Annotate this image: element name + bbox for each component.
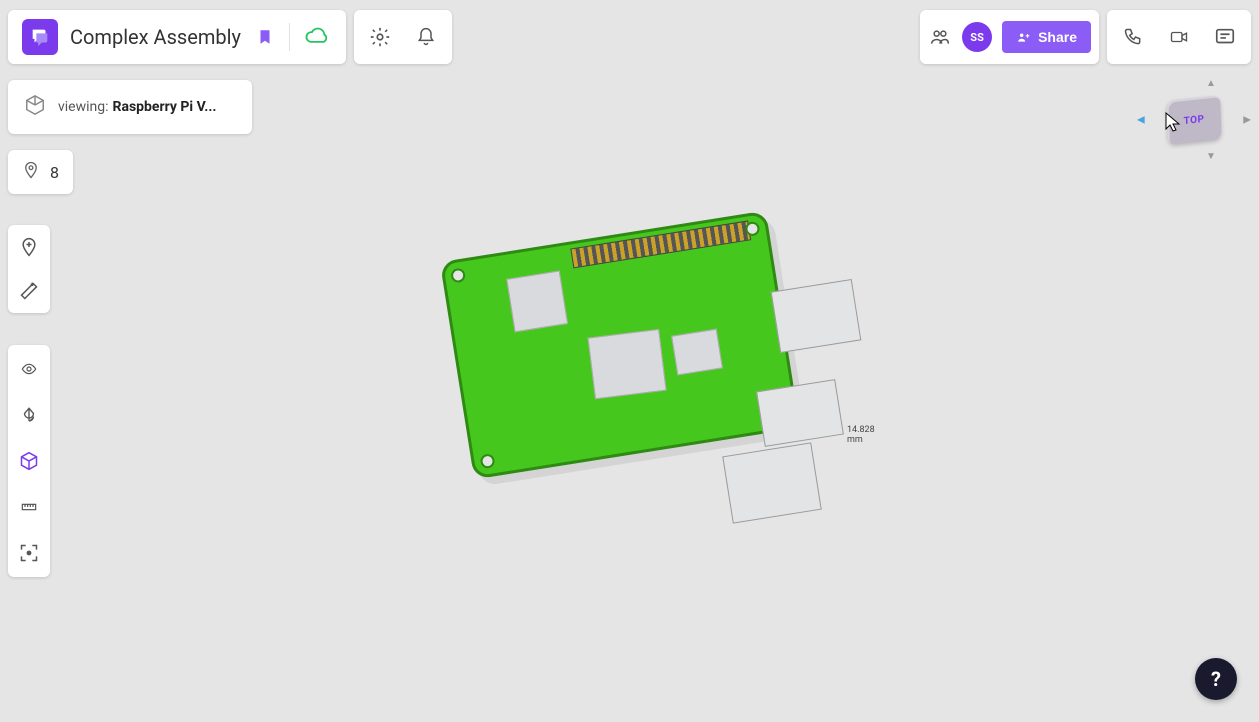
comm-pill [1107, 10, 1251, 64]
share-button-label: Share [1038, 29, 1077, 45]
document-title[interactable]: Complex Assembly [70, 25, 241, 49]
top-bar: Complex Assembly SS Share [0, 10, 1259, 64]
settings-pill [354, 10, 452, 64]
dimension-label: 14.828 mm [845, 425, 877, 445]
separator [289, 23, 290, 51]
markup-tools [8, 225, 50, 313]
bookmark-icon[interactable] [253, 19, 277, 55]
mount-hole [774, 407, 790, 423]
usb-port [722, 442, 822, 523]
add-pin-icon[interactable] [17, 235, 41, 259]
viewing-label: viewing: Raspberry Pi V... [58, 99, 216, 115]
bell-icon[interactable] [414, 25, 438, 49]
pin-marker-icon [22, 159, 40, 185]
chip [506, 271, 568, 333]
viewcube-face-label: TOP [1183, 113, 1204, 126]
fit-view-icon[interactable] [17, 541, 41, 565]
gpio-header [570, 220, 751, 268]
chip [671, 329, 723, 376]
chip [588, 329, 667, 399]
cloud-sync-icon[interactable] [302, 19, 332, 55]
viewcube-up-arrow[interactable]: ▲ [1206, 78, 1216, 89]
pins-pill[interactable]: 8 [8, 150, 73, 194]
pcb-board [440, 211, 800, 480]
view-cube[interactable]: TOP [1166, 95, 1221, 145]
view-tools [8, 345, 50, 577]
contrast-icon[interactable] [17, 403, 41, 427]
mount-hole [744, 221, 760, 237]
viewcube-right-arrow[interactable]: ▶ [1243, 115, 1251, 126]
viewing-pill[interactable]: viewing: Raspberry Pi V... [8, 80, 252, 134]
assembly-icon [24, 94, 46, 120]
viewing-prefix: viewing: [58, 99, 109, 115]
viewing-name: Raspberry Pi V... [113, 99, 217, 115]
people-icon[interactable] [928, 25, 952, 49]
pin-count: 8 [50, 163, 59, 182]
mount-hole [480, 453, 496, 469]
chat-icon[interactable] [1213, 25, 1237, 49]
help-label: ? [1211, 667, 1221, 691]
viewcube-down-arrow[interactable]: ▼ [1206, 151, 1216, 162]
app-logo[interactable] [22, 19, 58, 55]
ethernet-port [771, 279, 862, 353]
measure-add-icon[interactable] [17, 279, 41, 303]
visibility-icon[interactable] [17, 357, 41, 381]
solid-view-icon[interactable] [17, 449, 41, 473]
share-button[interactable]: Share [1002, 21, 1091, 53]
ruler-icon[interactable] [17, 495, 41, 519]
title-pill: Complex Assembly [8, 10, 346, 64]
gear-icon[interactable] [368, 25, 392, 49]
model-viewport[interactable]: 14.828 mm [425, 195, 845, 525]
viewcube-left-arrow[interactable]: ◀ [1137, 115, 1145, 126]
view-cube-widget: ▲ ▼ ◀ ▶ TOP [1139, 80, 1249, 160]
video-icon[interactable] [1167, 25, 1191, 49]
collaborators-pill: SS Share [920, 10, 1099, 64]
usb-port [756, 379, 844, 447]
help-button[interactable]: ? [1195, 658, 1237, 700]
user-avatar[interactable]: SS [962, 22, 992, 52]
mount-hole [450, 267, 466, 283]
phone-icon[interactable] [1121, 25, 1145, 49]
